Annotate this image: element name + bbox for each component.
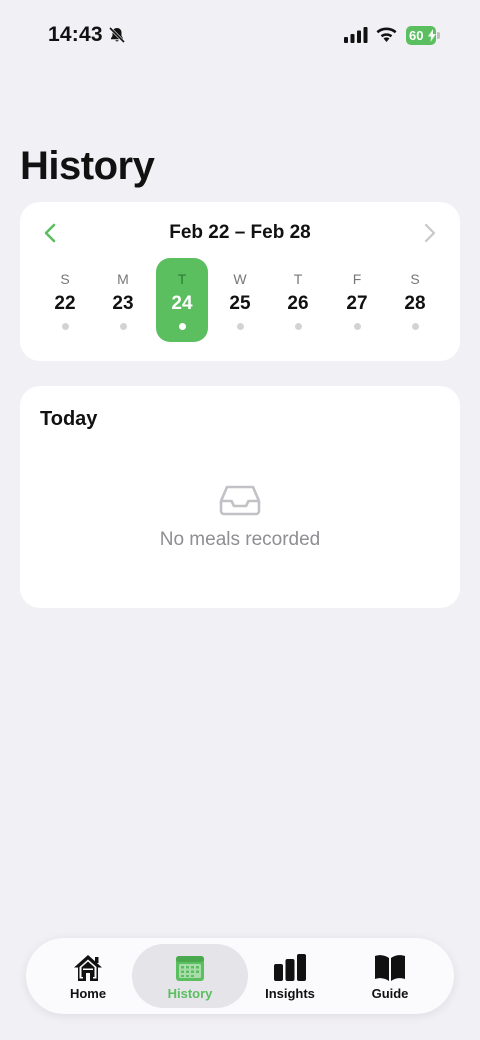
day-indicator-dot — [294, 323, 302, 330]
status-bar: 14:43 60 — [0, 0, 480, 72]
calendar-icon — [176, 956, 204, 981]
day-cell[interactable]: S 28 — [389, 258, 441, 342]
today-title: Today — [40, 408, 98, 430]
tab-label: Guide — [371, 986, 409, 1001]
tab-bar: Home History Insights Guide — [26, 938, 454, 1014]
day-indicator-dot — [411, 323, 419, 330]
tab-insights[interactable]: Insights — [232, 944, 348, 1008]
house-icon — [74, 955, 102, 981]
battery-cap — [437, 32, 440, 39]
day-indicator-dot — [61, 323, 69, 330]
day-cell[interactable]: M 23 — [97, 258, 149, 342]
week-days-row: S 22 M 23 T 24 W 25 T 26 F 27 S 28 — [20, 258, 460, 342]
wifi-icon — [376, 27, 397, 42]
empty-inbox-icon — [219, 485, 261, 516]
tab-label: Home — [69, 986, 107, 1001]
day-indicator-dot — [119, 323, 127, 330]
tab-guide[interactable]: Guide — [332, 944, 448, 1008]
day-of-week: F — [352, 271, 362, 287]
day-cell[interactable]: T 26 — [272, 258, 324, 342]
bell-muted-icon — [108, 26, 126, 44]
tab-home[interactable]: Home — [30, 944, 146, 1008]
day-of-week: T — [177, 271, 187, 287]
book-icon — [375, 955, 405, 981]
day-indicator-dot — [178, 323, 186, 330]
page-title: History — [20, 144, 155, 188]
day-of-week: S — [60, 271, 70, 287]
day-number: 28 — [404, 293, 426, 314]
day-number: 25 — [229, 293, 251, 314]
day-of-week: S — [410, 271, 420, 287]
tab-history[interactable]: History — [132, 944, 248, 1008]
day-number: 22 — [54, 293, 76, 314]
charging-bolt-icon — [428, 29, 436, 42]
day-number: 26 — [287, 293, 309, 314]
day-cell[interactable]: W 25 — [214, 258, 266, 342]
today-meals-card: Today No meals recorded — [20, 386, 460, 608]
day-number: 27 — [346, 293, 368, 314]
next-week-chevron-icon[interactable] — [418, 222, 440, 244]
day-cell[interactable]: S 22 — [39, 258, 91, 342]
week-selector-card: Feb 22 – Feb 28 S 22 M 23 T 24 W 25 T 26… — [20, 202, 460, 361]
day-of-week: T — [293, 271, 303, 287]
day-number: 24 — [171, 293, 193, 314]
tab-label: History — [167, 986, 213, 1001]
day-of-week: W — [233, 271, 247, 287]
tab-label: Insights — [265, 986, 315, 1001]
battery-indicator: 60 — [406, 26, 440, 45]
day-cell-selected[interactable]: T 24 — [156, 258, 208, 342]
week-range-label: Feb 22 – Feb 28 — [169, 222, 311, 243]
history-screen: 14:43 60 History Feb 22 – Feb 28 S 22 M … — [0, 0, 480, 1040]
status-time: 14:43 — [48, 23, 103, 46]
day-indicator-dot — [353, 323, 361, 330]
day-of-week: M — [117, 271, 129, 287]
day-number: 23 — [112, 293, 134, 314]
day-cell[interactable]: F 27 — [331, 258, 383, 342]
empty-state-text: No meals recorded — [159, 529, 321, 550]
day-indicator-dot — [236, 323, 244, 330]
bar-chart-icon — [274, 954, 306, 981]
cellular-signal-icon — [344, 27, 368, 43]
